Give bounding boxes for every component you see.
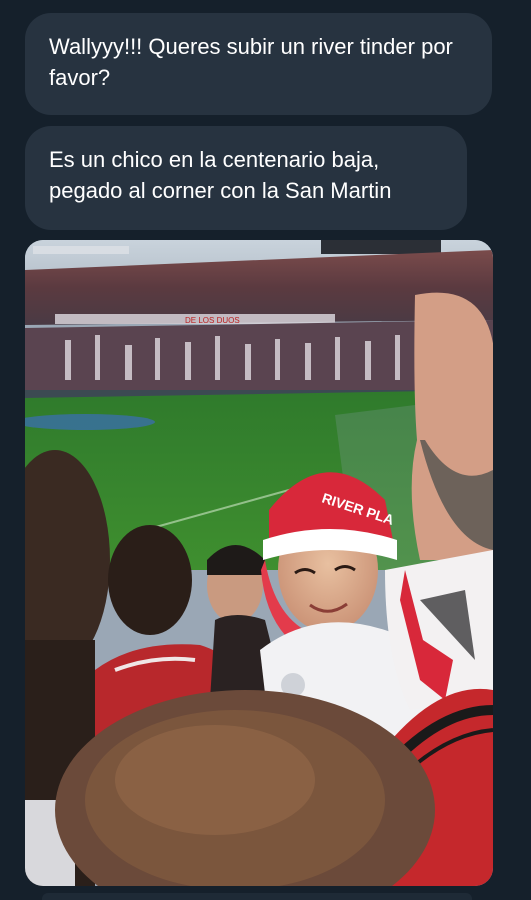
stadium-photo-illustration: DE LOS DUOS RIVER PLA [25,240,493,886]
svg-text:DE LOS DUOS: DE LOS DUOS [185,316,240,325]
stadium-roof [33,246,129,254]
spectator-curly [108,525,192,635]
message-bubble-2[interactable]: Es un chico en la centenario baja, pegad… [25,126,467,230]
next-item-edge [42,893,472,900]
message-text-1: Wallyyy!!! Queres subir un river tinder … [49,34,453,90]
stadium-photo[interactable]: DE LOS DUOS RIVER PLA [25,240,493,886]
message-bubble-1[interactable]: Wallyyy!!! Queres subir un river tinder … [25,13,492,115]
message-text-2: Es un chico en la centenario baja, pegad… [49,147,392,203]
